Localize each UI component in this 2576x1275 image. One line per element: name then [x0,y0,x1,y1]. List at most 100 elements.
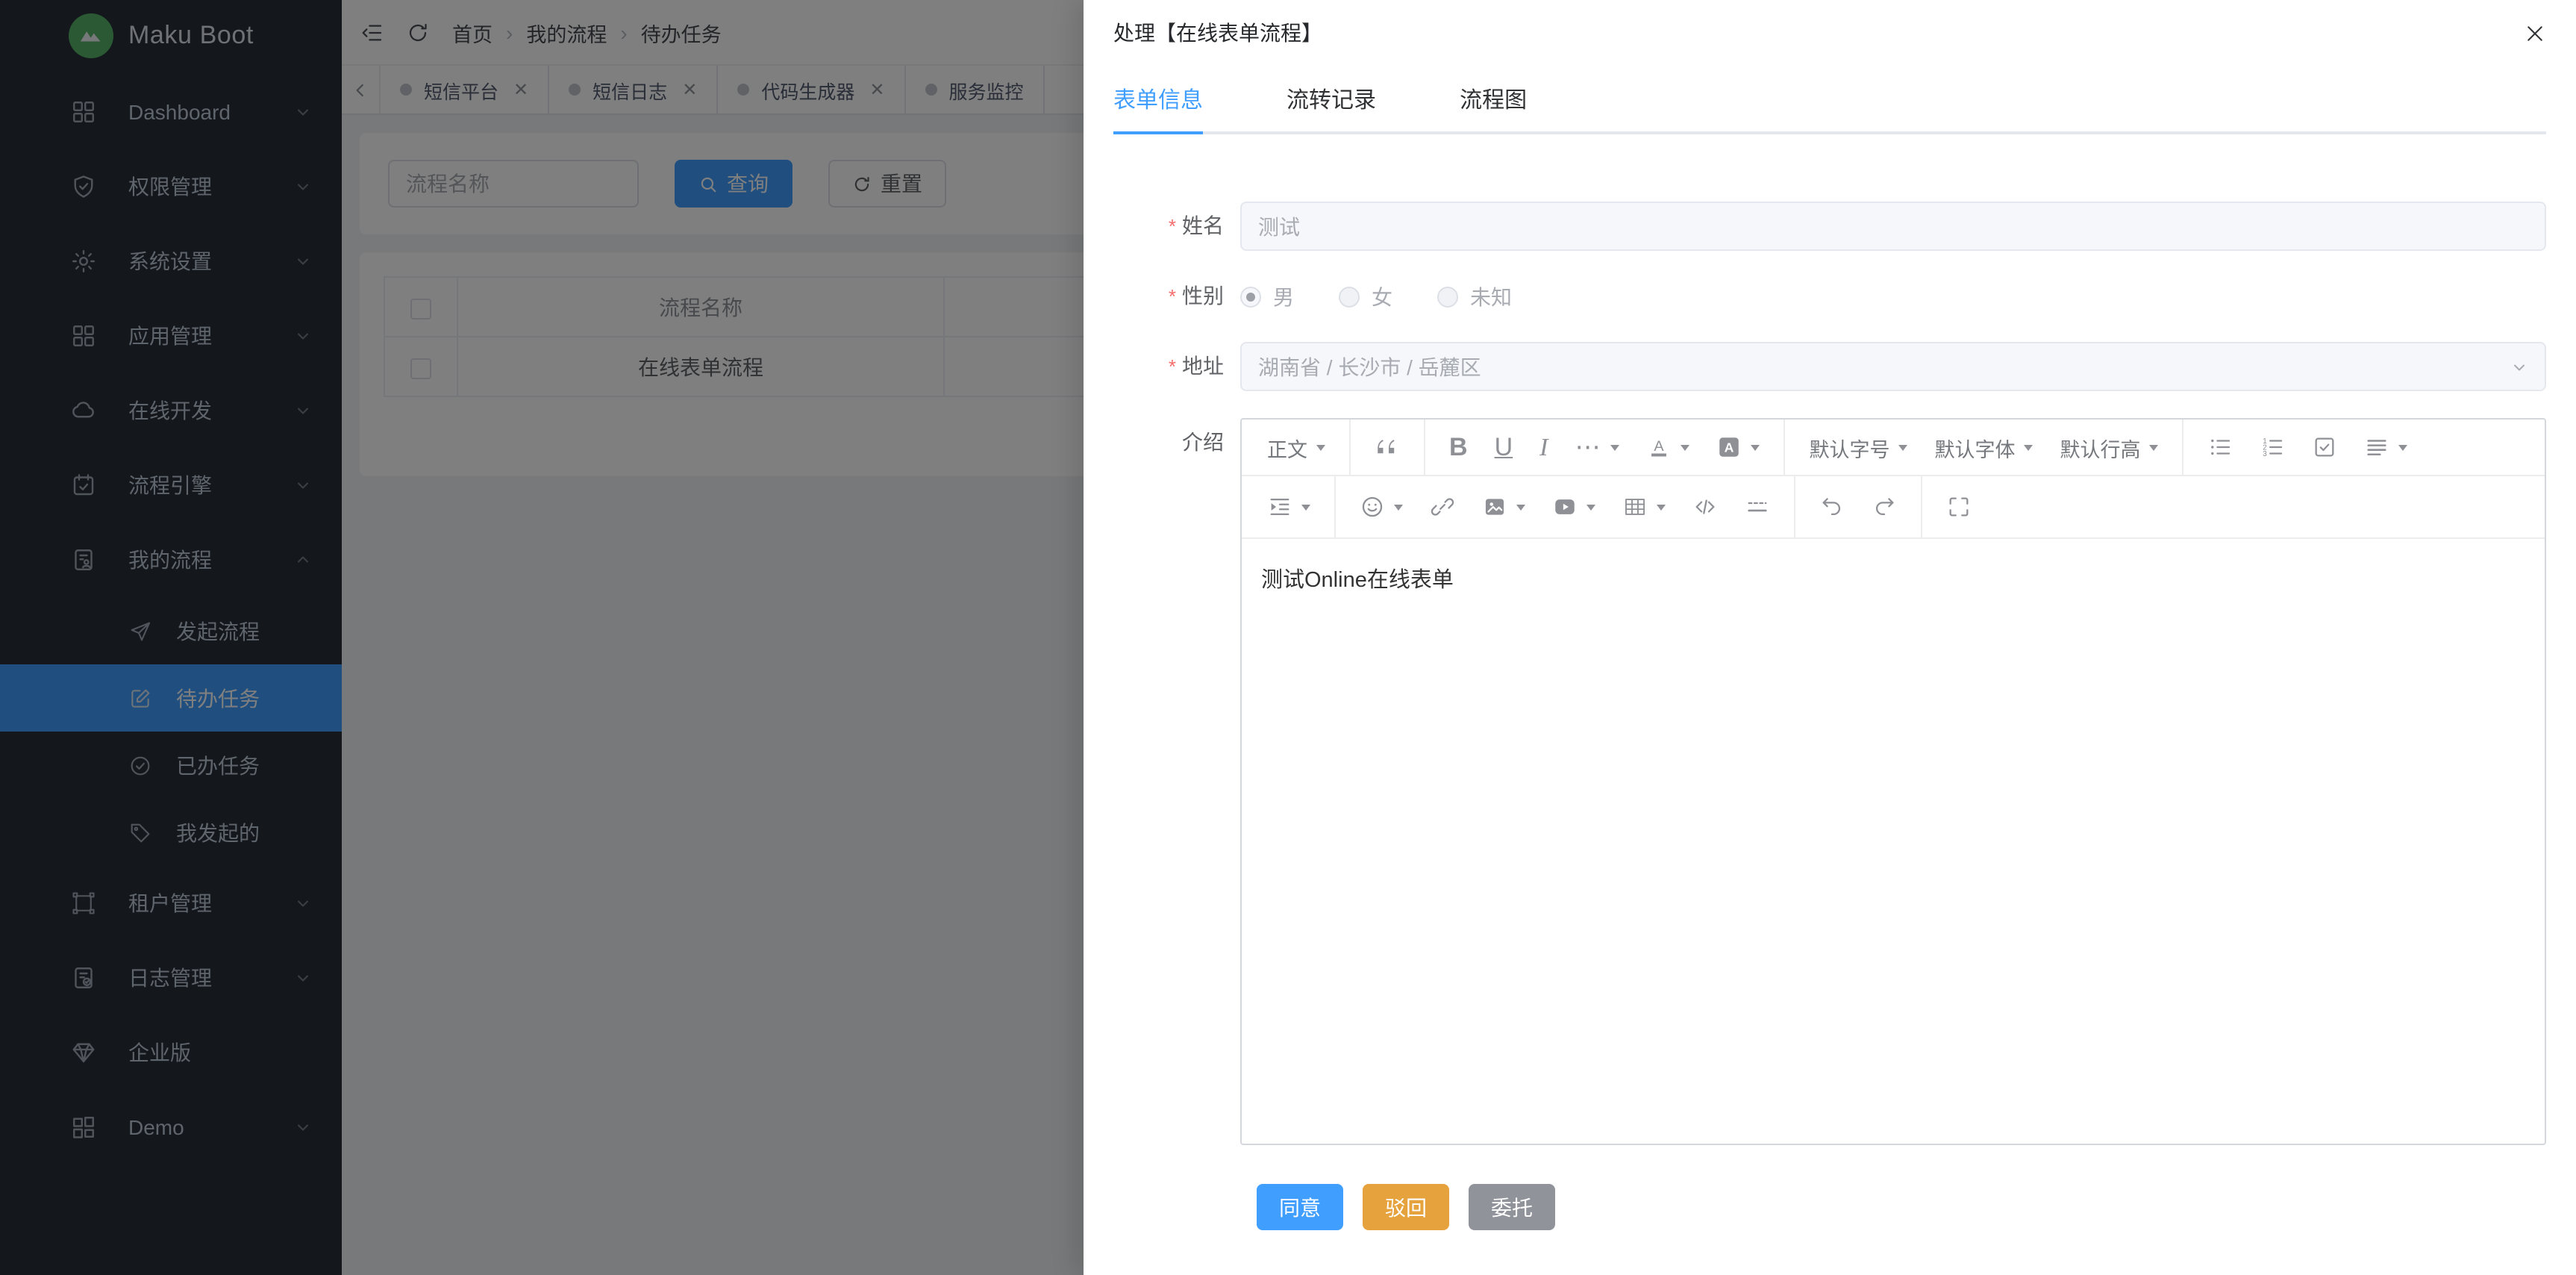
font-color-icon: A [1646,434,1672,460]
address-value: 湖南省 / 长沙市 / 岳麓区 [1258,352,1481,381]
drawer-actions: 同意驳回委托 [1257,1184,2546,1230]
editor-paragraph-style-label: 正文 [1267,432,1307,462]
gender-radio-unknown[interactable]: 未知 [1437,281,1512,311]
link-icon [1430,494,1455,520]
underline-icon: U [1495,434,1513,460]
rich-text-editor: 正文 BUI⋯ A A 默认字号默认字体 默认行高 123 测试Online在线表单 [1240,418,2546,1145]
drawer-tab-form-info[interactable]: 表单信息 [1113,69,1203,134]
chevron-down-icon [2510,358,2528,375]
app-screen: Maku Boot Dashboard权限管理系统设置应用管理在线开发流程引擎我… [0,0,2576,1275]
drawer-tabs: 表单信息 流转记录 流程图 [1113,69,2546,134]
undo-icon [1819,494,1845,520]
editor-bullet-list-button[interactable] [2194,420,2246,475]
radio-label: 男 [1273,281,1294,311]
redo-icon [1872,494,1897,520]
editor-font-color-button[interactable]: A [1633,420,1703,475]
editor-emoji-button[interactable] [1346,476,1416,537]
caret-down-icon [2149,444,2158,450]
editor-toolbar-row1: 正文 BUI⋯ A A 默认字号默认字体 默认行高 123 [1242,420,2545,476]
bg-color-icon: A [1716,434,1742,460]
editor-line-height-dropdown[interactable]: 默认行高 [2046,420,2172,475]
caret-down-icon [1898,444,1907,450]
editor-bold-button[interactable]: B [1436,420,1481,475]
agree-button[interactable]: 同意 [1257,1184,1343,1230]
modal-overlay[interactable] [0,0,1084,1275]
image-icon [1482,494,1507,520]
toolbar-separator [1794,476,1795,537]
caret-down-icon [1681,444,1689,450]
radio-dot-icon [1339,286,1360,307]
form-row-gender: 性别 男 女 未知 [1113,272,2546,321]
editor-indent-button[interactable] [1254,476,1324,537]
gender-radio-group: 男 女 未知 [1240,272,2546,321]
radio-label: 女 [1372,281,1392,311]
caret-down-icon [1586,504,1595,510]
editor-image-button[interactable] [1469,476,1539,537]
caret-down-icon [1316,444,1325,450]
editor-undo-button[interactable] [1806,476,1858,537]
toolbar-separator [1783,420,1785,475]
editor-code-button[interactable] [1679,476,1731,537]
code-icon [1692,494,1718,520]
editor-redo-button[interactable] [1858,476,1910,537]
gender-label: 性别 [1113,272,1240,321]
editor-font-size-dropdown[interactable]: 默认字号 [1795,420,1921,475]
editor-fullscreen-button[interactable] [1933,476,1985,537]
close-icon[interactable] [2524,22,2546,44]
drawer-tab-flow-record[interactable]: 流转记录 [1287,69,1376,134]
address-select[interactable]: 湖南省 / 长沙市 / 岳麓区 [1240,342,2546,391]
drawer-header: 处理【在线表单流程】 [1084,0,2576,57]
editor-video-button[interactable] [1539,476,1609,537]
editor-align-button[interactable] [2351,420,2421,475]
radio-dot-icon [1437,286,1458,307]
editor-table-button[interactable] [1609,476,1679,537]
address-label: 地址 [1113,342,1240,391]
ordered-list-icon: 123 [2260,434,2285,460]
emoji-icon [1360,494,1385,520]
name-field[interactable] [1240,202,2546,251]
editor-paragraph-style-dropdown[interactable]: 正文 [1254,420,1339,475]
editor-task-list-button[interactable] [2298,420,2351,475]
toolbar-separator [1349,420,1351,475]
editor-link-button[interactable] [1416,476,1469,537]
form-row-intro: 介绍 正文 BUI⋯ A A 默认字号默认字体 默认行高 123 测试Online在线表单 [1113,418,2546,1145]
svg-text:A: A [1725,440,1734,455]
task-list-icon [2312,434,2337,460]
editor-font-family-label: 默认字体 [1934,432,2015,462]
editor-ordered-list-button[interactable]: 123 [2246,420,2298,475]
editor-bg-color-button[interactable]: A [1703,420,1773,475]
caret-down-icon [1751,444,1760,450]
editor-underline-button[interactable]: U [1481,420,1527,475]
toolbar-separator [2182,420,2183,475]
drawer-form: 姓名 性别 男 女 未知 地址 湖南省 / 长沙市 / 岳麓区 [1084,134,2576,1230]
editor-italic-button[interactable]: I [1526,420,1561,475]
gender-radio-female[interactable]: 女 [1339,281,1392,311]
radio-label: 未知 [1470,281,1512,311]
caret-down-icon [2024,444,2033,450]
editor-more-styles-button[interactable]: ⋯ [1561,420,1633,475]
caret-down-icon [2398,444,2407,450]
indent-icon [1267,494,1292,520]
form-row-name: 姓名 [1113,202,2546,251]
form-row-address: 地址 湖南省 / 长沙市 / 岳麓区 [1113,342,2546,391]
toolbar-separator [1334,476,1336,537]
svg-text:3: 3 [2263,450,2268,458]
gender-radio-male[interactable]: 男 [1240,281,1294,311]
caret-down-icon [1394,504,1403,510]
svg-text:A: A [1654,438,1665,455]
delegate-button[interactable]: 委托 [1469,1184,1555,1230]
editor-divider-button[interactable] [1731,476,1783,537]
editor-font-family-dropdown[interactable]: 默认字体 [1921,420,2046,475]
editor-quote-button[interactable] [1361,420,1413,475]
name-label: 姓名 [1113,202,1240,251]
reject-button[interactable]: 驳回 [1363,1184,1449,1230]
caret-down-icon [1301,504,1310,510]
caret-down-icon [1610,444,1619,450]
divider-icon [1745,494,1770,520]
intro-label: 介绍 [1113,418,1240,467]
drawer-tab-flow-diagram[interactable]: 流程图 [1460,69,1527,134]
video-icon [1552,494,1578,520]
editor-content[interactable]: 测试Online在线表单 [1242,539,2545,1144]
table-icon [1622,494,1648,520]
quote-icon [1375,434,1400,460]
